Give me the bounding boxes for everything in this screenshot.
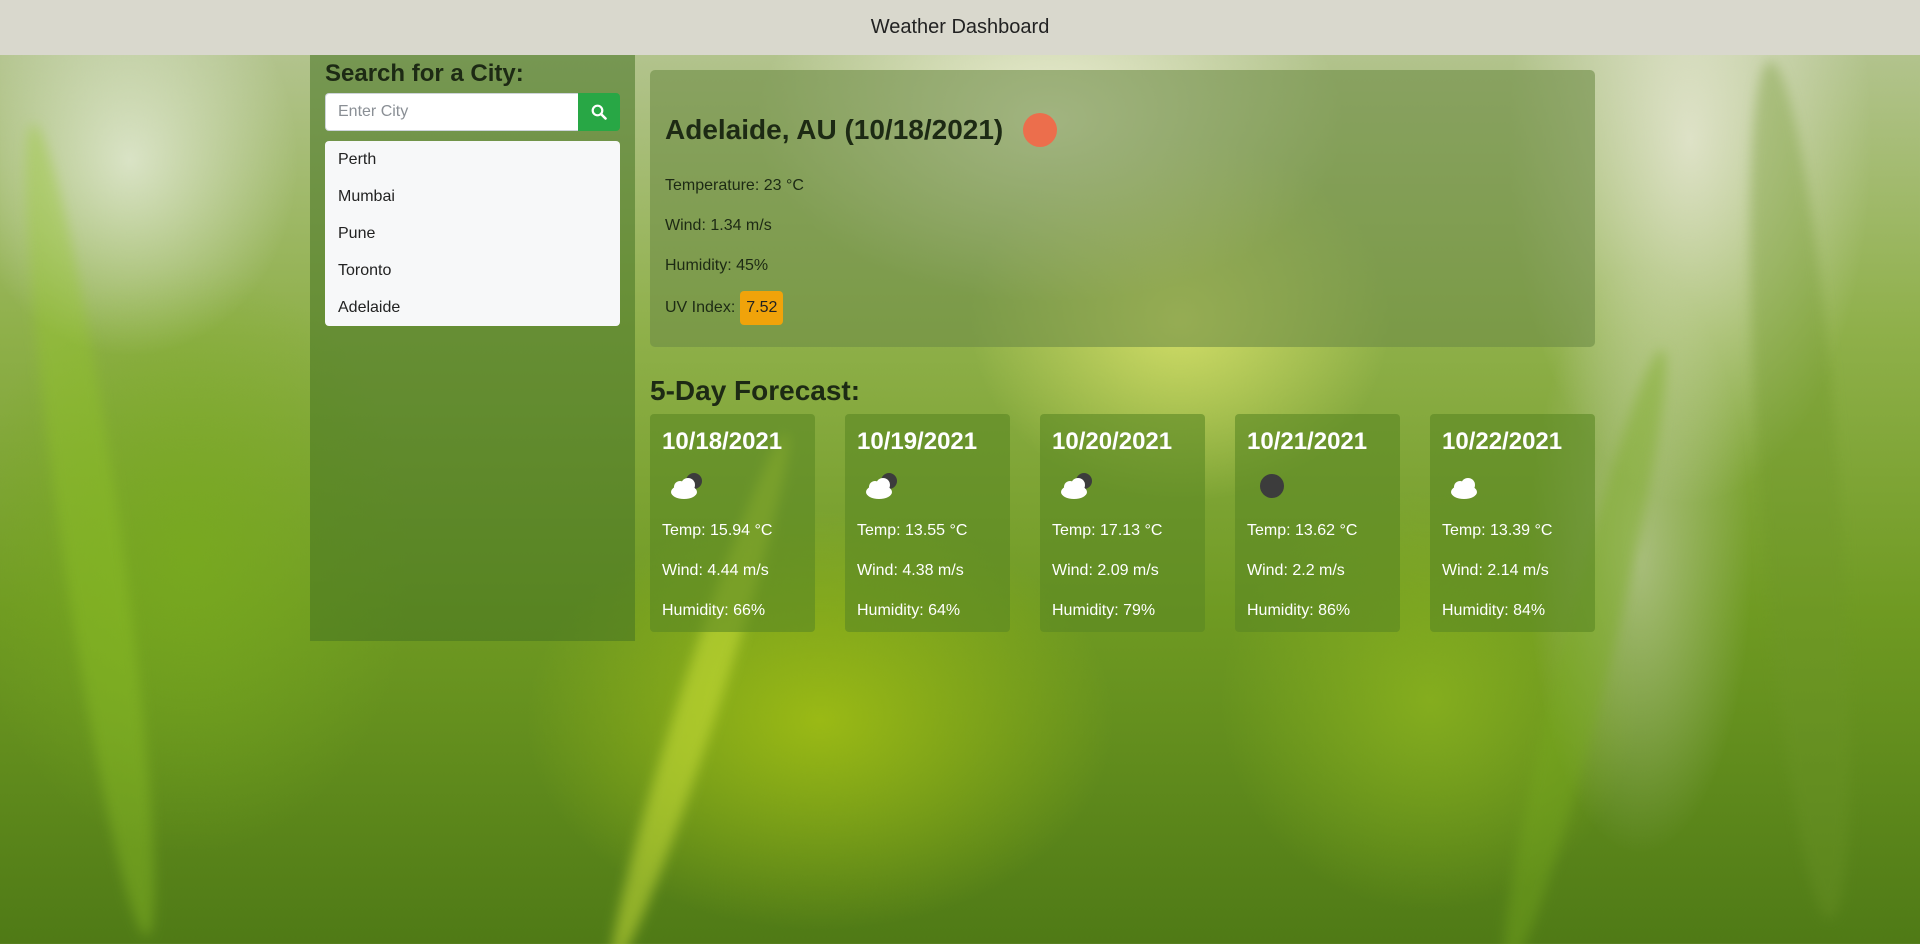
forecast-temp: Temp: 17.13 °C bbox=[1052, 522, 1163, 539]
forecast-date: 10/18/2021 bbox=[662, 428, 783, 455]
forecast-date: 10/19/2021 bbox=[857, 428, 978, 455]
search-row bbox=[325, 93, 620, 131]
forecast-card: 10/19/2021 Temp: 13.55 °C Wind: 4.38 m/s… bbox=[845, 414, 1010, 632]
forecast-wind: Wind: 2.14 m/s bbox=[1442, 562, 1549, 579]
forecast-row: 10/18/2021 Temp: 15.94 °C Wind: 4.44 m/s… bbox=[650, 414, 1595, 632]
app-title: Weather Dashboard bbox=[870, 16, 1050, 38]
forecast-wind: Wind: 2.09 m/s bbox=[1052, 562, 1159, 579]
partly-cloudy-icon bbox=[671, 473, 702, 499]
history-item-toronto[interactable]: Toronto bbox=[325, 252, 620, 289]
uv-index-row: UV Index: 7.52 bbox=[665, 291, 1580, 325]
sidebar: Search for a City: Perth Mumbai Pune Tor… bbox=[310, 55, 635, 641]
current-city-title: Adelaide, AU (10/18/2021) bbox=[665, 114, 1004, 145]
forecast-heading: 5-Day Forecast: bbox=[650, 375, 861, 406]
cloud-icon bbox=[1451, 478, 1477, 499]
uv-index-label: UV Index: bbox=[665, 299, 736, 316]
forecast-humidity: Humidity: 84% bbox=[1442, 602, 1546, 619]
forecast-card: 10/18/2021 Temp: 15.94 °C Wind: 4.44 m/s… bbox=[650, 414, 815, 632]
history-item-pune[interactable]: Pune bbox=[325, 215, 620, 252]
forecast-card: 10/21/2021 Temp: 13.62 °C Wind: 2.2 m/s … bbox=[1235, 414, 1400, 632]
history-item-mumbai[interactable]: Mumbai bbox=[325, 178, 620, 215]
history-item-perth[interactable]: Perth bbox=[325, 141, 620, 178]
forecast-date: 10/21/2021 bbox=[1247, 428, 1368, 455]
city-search-input[interactable] bbox=[325, 93, 578, 131]
search-button[interactable] bbox=[578, 93, 620, 131]
forecast-date: 10/22/2021 bbox=[1442, 428, 1563, 455]
forecast-card: 10/20/2021 Temp: 17.13 °C Wind: 2.09 m/s… bbox=[1040, 414, 1205, 632]
forecast-card: 10/22/2021 Temp: 13.39 °C Wind: 2.14 m/s… bbox=[1430, 414, 1595, 632]
forecast-temp: Temp: 13.55 °C bbox=[857, 522, 968, 539]
forecast-wind: Wind: 4.38 m/s bbox=[857, 562, 964, 579]
forecast-humidity: Humidity: 86% bbox=[1247, 602, 1351, 619]
forecast-humidity: Humidity: 66% bbox=[662, 602, 766, 619]
forecast-humidity: Humidity: 79% bbox=[1052, 602, 1156, 619]
forecast-temp: Temp: 13.39 °C bbox=[1442, 522, 1553, 539]
partly-cloudy-icon bbox=[1061, 473, 1092, 499]
forecast-temp: Temp: 13.62 °C bbox=[1247, 522, 1358, 539]
current-wind: Wind: 1.34 m/s bbox=[665, 217, 772, 234]
forecast-wind: Wind: 4.44 m/s bbox=[662, 562, 769, 579]
current-humidity: Humidity: 45% bbox=[665, 257, 769, 274]
forecast-wind: Wind: 2.2 m/s bbox=[1247, 562, 1345, 579]
background-blade bbox=[1730, 58, 1870, 922]
search-heading: Search for a City: bbox=[325, 60, 524, 87]
uv-index-badge: 7.52 bbox=[740, 291, 784, 325]
partly-cloudy-icon bbox=[866, 473, 897, 499]
current-temperature: Temperature: 23 °C bbox=[665, 177, 804, 194]
current-title-row: Adelaide, AU (10/18/2021) bbox=[665, 110, 1580, 150]
history-item-adelaide[interactable]: Adelaide bbox=[325, 289, 620, 326]
forecast-date: 10/20/2021 bbox=[1052, 428, 1173, 455]
background-blade bbox=[3, 119, 177, 941]
navbar: Weather Dashboard bbox=[0, 0, 1920, 55]
search-history-list: Perth Mumbai Pune Toronto Adelaide bbox=[325, 141, 620, 326]
overcast-icon bbox=[1260, 474, 1284, 498]
search-icon bbox=[591, 104, 607, 120]
forecast-humidity: Humidity: 64% bbox=[857, 602, 961, 619]
sun-icon bbox=[1023, 113, 1058, 147]
forecast-temp: Temp: 15.94 °C bbox=[662, 522, 773, 539]
current-weather-card: Adelaide, AU (10/18/2021) Temperature: 2… bbox=[650, 70, 1595, 347]
